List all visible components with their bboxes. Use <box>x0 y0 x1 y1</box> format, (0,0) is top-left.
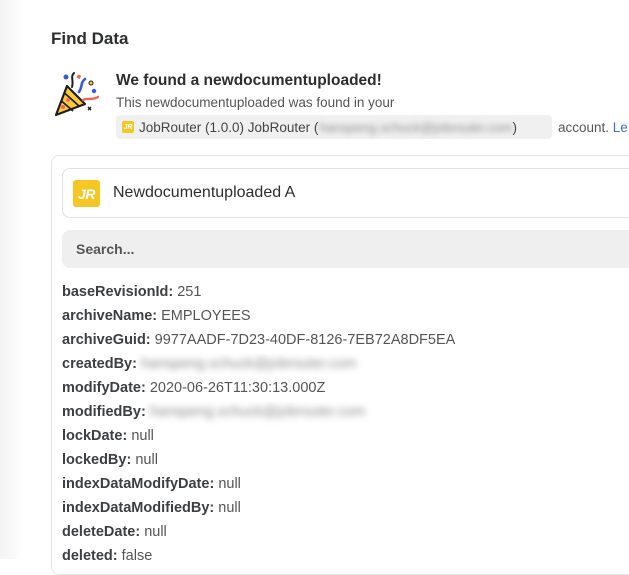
field-key: indexDataModifyDate: <box>62 476 215 492</box>
field-value: null <box>135 452 158 468</box>
field-row: deleted: false <box>62 546 622 570</box>
field-value: false <box>121 548 153 564</box>
field-value: EMPLOYEES <box>161 308 251 324</box>
field-row: indexDataModifiedBy: null <box>62 498 622 522</box>
field-row: modifiedBy: hanspeng.schuck@jobrouter.co… <box>62 402 622 426</box>
field-key: deleted: <box>62 548 118 564</box>
jobrouter-small-logo-icon: JR <box>122 121 134 133</box>
field-key: archiveGuid: <box>62 332 151 348</box>
field-key: lockedBy: <box>62 452 132 468</box>
left-panel-edge <box>0 0 22 559</box>
field-row: indexDataModifyDate: null <box>62 474 622 498</box>
account-close-paren: ) <box>512 119 517 135</box>
field-row: lockedBy: null <box>62 450 622 474</box>
field-value-redacted: hanspeng.schuck@jobrouter.com <box>140 356 357 372</box>
field-value-redacted: hanspeng.schuck@jobrouter.com <box>149 404 366 420</box>
field-row: createdBy: hanspeng.schuck@jobrouter.com <box>62 354 622 378</box>
search-input[interactable] <box>62 230 629 268</box>
field-list: baseRevisionId: 251 archiveName: EMPLOYEE… <box>62 282 622 570</box>
account-app-name: JobRouter (1.0.0) JobRouter ( <box>139 119 319 135</box>
field-row: lockDate: null <box>62 426 622 450</box>
account-suffix-text: account. <box>558 120 613 135</box>
field-key: createdBy: <box>62 356 137 372</box>
field-row: archiveName: EMPLOYEES <box>62 306 622 330</box>
field-row: baseRevisionId: 251 <box>62 282 622 306</box>
result-description: This newdocumentuploaded was found in yo… <box>116 95 395 110</box>
field-value: null <box>218 500 241 516</box>
field-value: 251 <box>177 284 202 300</box>
account-email-redacted: hanspeng.schuck@jobrouter.com <box>319 119 513 135</box>
field-key: lockDate: <box>62 428 128 444</box>
party-popper-icon <box>54 72 100 117</box>
field-value: 2020-06-26T11:30:13.000Z <box>149 380 326 396</box>
field-row: archiveGuid: 9977AADF-7D23-40DF-8126-7EB… <box>62 330 622 354</box>
field-row: modifyDate: 2020-06-26T11:30:13.000Z <box>62 378 622 402</box>
learn-more-link[interactable]: Le <box>613 120 628 135</box>
field-value: 9977AADF-7D23-40DF-8126-7EB72A8DF5EA <box>154 332 456 348</box>
field-key: baseRevisionId: <box>62 284 174 300</box>
field-key: indexDataModifiedBy: <box>62 500 215 516</box>
section-title: Find Data <box>51 29 129 48</box>
sample-title: Newdocumentuploaded A <box>113 184 296 201</box>
field-key: modifyDate: <box>62 380 146 396</box>
sample-selector[interactable]: JR Newdocumentuploaded A <box>62 168 629 218</box>
field-value: null <box>218 476 241 492</box>
field-value: null <box>144 524 167 540</box>
field-key: deleteDate: <box>62 524 141 540</box>
field-row: deleteDate: null <box>62 522 622 546</box>
field-key: archiveName: <box>62 308 158 324</box>
jobrouter-logo-icon: JR <box>73 180 100 207</box>
account-suffix: account. Le <box>558 120 628 135</box>
account-badge[interactable]: JR JobRouter (1.0.0) JobRouter ( hanspen… <box>116 115 552 139</box>
field-key: modifiedBy: <box>62 404 146 420</box>
result-heading: We found a newdocumentuploaded! <box>116 72 382 89</box>
field-value: null <box>131 428 154 444</box>
